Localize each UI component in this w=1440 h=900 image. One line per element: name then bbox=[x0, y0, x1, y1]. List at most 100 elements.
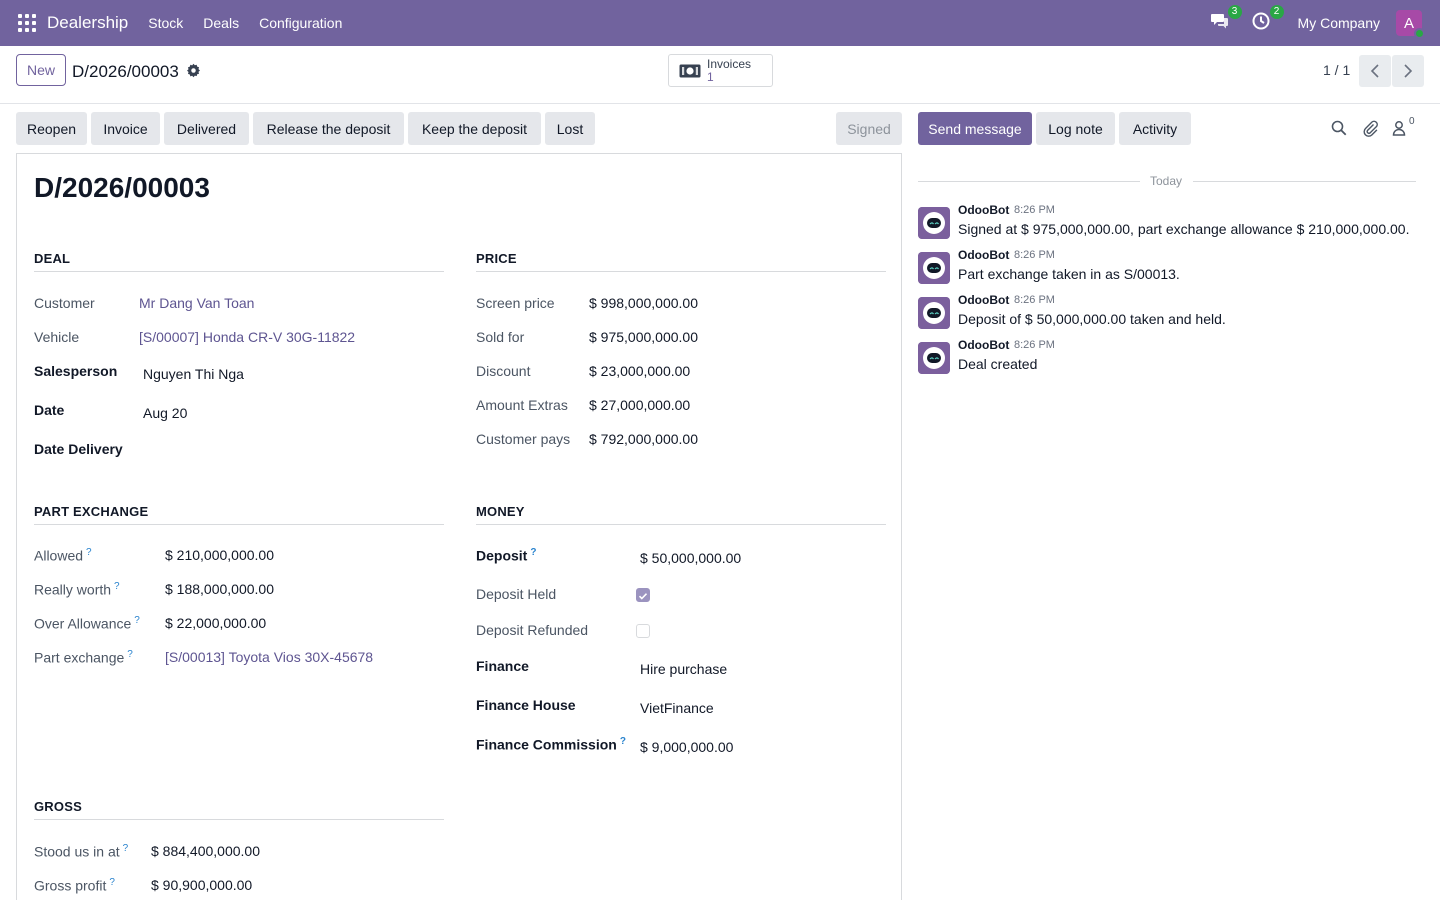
followers-count: 0 bbox=[1409, 116, 1415, 127]
chat-bubbles-icon bbox=[1210, 14, 1228, 29]
finance-commission-field[interactable]: $ 9,000,000.00 bbox=[640, 739, 733, 755]
chevron-left-icon bbox=[1370, 64, 1379, 78]
gear-icon[interactable] bbox=[186, 63, 201, 78]
chatter-message: OdooBot 8:26 PM Deposit of $ 50,000,000.… bbox=[918, 293, 1428, 333]
customer-pays-label: Customer pays bbox=[476, 431, 571, 447]
allowed-value: $ 210,000,000.00 bbox=[165, 547, 274, 563]
message-time: 8:26 PM bbox=[1014, 204, 1055, 216]
sold-for-label: Sold for bbox=[476, 329, 525, 345]
record-title: D/2026/00003 bbox=[34, 172, 210, 203]
activity-button[interactable]: Activity bbox=[1119, 112, 1191, 145]
user-avatar[interactable]: A bbox=[1396, 10, 1425, 39]
odoobot-avatar-icon[interactable] bbox=[918, 252, 950, 284]
deposit-held-label: Deposit Held bbox=[476, 586, 557, 602]
finance-label: Finance bbox=[476, 658, 529, 674]
menu-stock[interactable]: Stock bbox=[148, 15, 183, 31]
search-icon[interactable] bbox=[1330, 119, 1348, 137]
date-delivery-label: Date Delivery bbox=[34, 441, 123, 457]
help-tooltip-icon[interactable]: ? bbox=[530, 547, 536, 558]
deposit-refunded-checkbox[interactable] bbox=[636, 624, 650, 638]
vehicle-label: Vehicle bbox=[34, 329, 80, 345]
message-author[interactable]: OdooBot bbox=[958, 203, 1009, 217]
customer-label: Customer bbox=[34, 295, 95, 311]
message-author[interactable]: OdooBot bbox=[958, 338, 1009, 352]
help-tooltip-icon[interactable]: ? bbox=[620, 736, 626, 747]
message-time: 8:26 PM bbox=[1014, 249, 1055, 261]
presence-status-dot bbox=[1414, 28, 1425, 39]
apps-menu-icon[interactable] bbox=[18, 14, 36, 32]
message-body: Part exchange taken in as S/00013. bbox=[958, 266, 1180, 282]
part-exchange-field[interactable]: [S/00013] Toyota Vios 30X-45678 bbox=[165, 649, 373, 665]
invoice-button[interactable]: Invoice bbox=[91, 112, 160, 145]
section-gross: GROSS bbox=[34, 799, 444, 820]
salesperson-field[interactable]: Nguyen Thi Nga bbox=[143, 366, 244, 382]
customer-field[interactable]: Mr Dang Van Toan bbox=[139, 295, 254, 311]
chatter-message: OdooBot 8:26 PM Deal created bbox=[918, 338, 1428, 378]
discount-label: Discount bbox=[476, 363, 531, 379]
chatter-message: OdooBot 8:26 PM Signed at $ 975,000,000.… bbox=[918, 203, 1428, 243]
help-tooltip-icon[interactable]: ? bbox=[127, 649, 133, 660]
stage-signed[interactable]: Signed bbox=[836, 112, 902, 145]
help-tooltip-icon[interactable]: ? bbox=[134, 615, 140, 626]
activities-button[interactable]: 2 bbox=[1252, 5, 1284, 34]
finance-house-field[interactable]: VietFinance bbox=[640, 700, 714, 716]
help-tooltip-icon[interactable]: ? bbox=[114, 581, 120, 592]
date-label: Date bbox=[34, 402, 65, 418]
screen-price-value: $ 998,000,000.00 bbox=[589, 295, 698, 311]
keep-deposit-button[interactable]: Keep the deposit bbox=[408, 112, 541, 145]
form-sheet: D/2026/00003 DEAL Customer Mr Dang Van T… bbox=[16, 153, 902, 900]
odoobot-avatar-icon[interactable] bbox=[918, 297, 950, 329]
top-navbar: Dealership Stock Deals Configuration 3 2… bbox=[0, 0, 1440, 46]
followers-icon[interactable] bbox=[1391, 119, 1409, 137]
salesperson-label: Salesperson bbox=[34, 363, 118, 379]
new-record-button[interactable]: New bbox=[16, 54, 67, 86]
reopen-button[interactable]: Reopen bbox=[16, 112, 87, 145]
message-body: Signed at $ 975,000,000.00, part exchang… bbox=[958, 221, 1410, 237]
odoobot-avatar-icon[interactable] bbox=[918, 342, 950, 374]
help-tooltip-icon[interactable]: ? bbox=[86, 547, 92, 558]
deposit-field[interactable]: $ 50,000,000.00 bbox=[640, 550, 741, 566]
checkmark-icon bbox=[638, 593, 648, 600]
help-tooltip-icon[interactable]: ? bbox=[109, 877, 115, 888]
paperclip-icon[interactable] bbox=[1361, 119, 1379, 137]
pager-previous-button[interactable] bbox=[1359, 55, 1391, 87]
message-time: 8:26 PM bbox=[1014, 339, 1055, 351]
messaging-button[interactable]: 3 bbox=[1210, 5, 1242, 34]
gross-profit-label: Gross profit? bbox=[34, 877, 115, 894]
avatar-letter: A bbox=[1403, 14, 1414, 32]
chevron-right-icon bbox=[1404, 64, 1413, 78]
date-divider-line bbox=[1193, 181, 1416, 182]
activities-badge: 2 bbox=[1269, 5, 1284, 19]
app-name[interactable]: Dealership bbox=[47, 13, 128, 33]
stood-us-in-at-value: $ 884,400,000.00 bbox=[151, 843, 260, 859]
release-deposit-button[interactable]: Release the deposit bbox=[253, 112, 404, 145]
clock-icon bbox=[1252, 12, 1270, 30]
message-author[interactable]: OdooBot bbox=[958, 248, 1009, 262]
section-money: MONEY bbox=[476, 504, 886, 525]
finance-field[interactable]: Hire purchase bbox=[640, 661, 727, 677]
delivered-button[interactable]: Delivered bbox=[164, 112, 249, 145]
date-divider-today: Today bbox=[1150, 174, 1183, 188]
company-switcher[interactable]: My Company bbox=[1298, 15, 1380, 31]
invoices-count: 1 bbox=[707, 69, 714, 84]
section-price: PRICE bbox=[476, 251, 886, 272]
vehicle-field[interactable]: [S/00007] Honda CR-V 30G-11822 bbox=[139, 329, 355, 345]
help-tooltip-icon[interactable]: ? bbox=[123, 843, 129, 854]
date-field[interactable]: Aug 20 bbox=[143, 405, 187, 421]
log-note-button[interactable]: Log note bbox=[1036, 112, 1115, 145]
send-message-button[interactable]: Send message bbox=[918, 112, 1032, 145]
message-author[interactable]: OdooBot bbox=[958, 293, 1009, 307]
over-allowance-label: Over Allowance? bbox=[34, 615, 140, 632]
invoices-smart-button[interactable]: Invoices 1 bbox=[668, 54, 773, 87]
menu-deals[interactable]: Deals bbox=[203, 15, 239, 31]
really-worth-value: $ 188,000,000.00 bbox=[165, 581, 274, 597]
menu-configuration[interactable]: Configuration bbox=[259, 15, 342, 31]
pager-value[interactable]: 1 / 1 bbox=[1323, 62, 1350, 78]
section-part-exchange: PART EXCHANGE bbox=[34, 504, 444, 525]
finance-house-label: Finance House bbox=[476, 697, 576, 713]
deposit-held-checkbox[interactable] bbox=[636, 588, 650, 602]
control-panel: New D/2026/00003 Invoices 1 1 / 1 bbox=[0, 46, 1440, 104]
odoobot-avatar-icon[interactable] bbox=[918, 207, 950, 239]
pager-next-button[interactable] bbox=[1392, 55, 1424, 87]
lost-button[interactable]: Lost bbox=[545, 112, 595, 145]
